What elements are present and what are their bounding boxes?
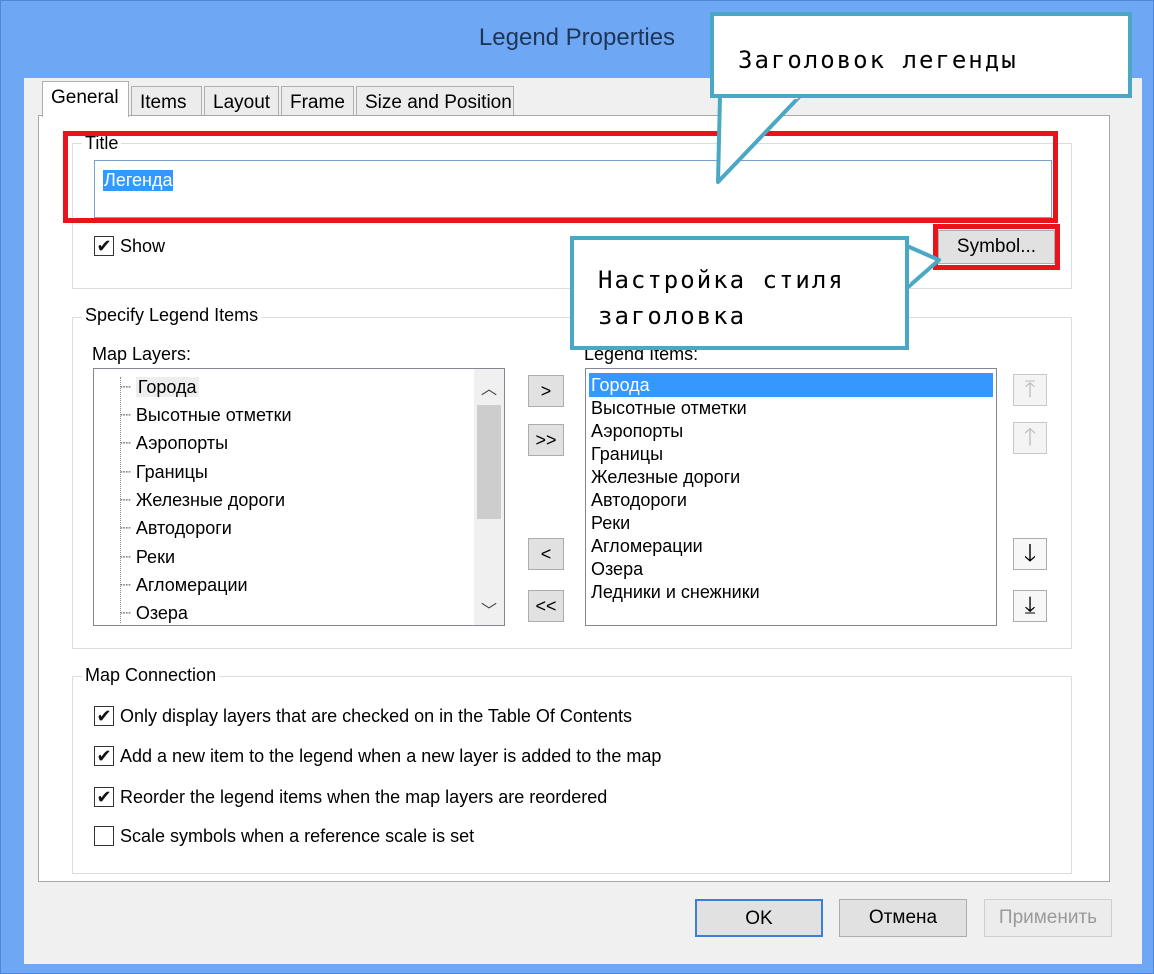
chevron-up-icon[interactable]: ︿ [474, 375, 504, 399]
list-item[interactable]: Аэропорты [591, 421, 683, 442]
list-item[interactable]: Железные дороги [591, 467, 740, 488]
list-item[interactable]: Агломерации [591, 536, 703, 557]
remove-all-items-button[interactable]: << [528, 590, 564, 622]
tab-general[interactable]: General [42, 81, 129, 117]
legend-items-list[interactable]: Города Высотные отметки Аэропорты Границ… [585, 368, 997, 626]
remove-item-button[interactable]: < [528, 538, 564, 570]
tab-layout[interactable]: Layout [204, 86, 279, 116]
list-item[interactable]: ┈ Автодороги [120, 518, 232, 539]
chevron-down-icon[interactable]: ﹀ [474, 597, 504, 621]
list-item[interactable]: Автодороги [591, 490, 687, 511]
list-item[interactable]: ┈ Агломерации [120, 575, 248, 596]
scale-symbols-checkbox[interactable] [94, 826, 114, 846]
only-checked-layers-checkbox[interactable]: ✔ [94, 706, 114, 726]
add-new-item-label: Add a new item to the legend when a new … [120, 746, 662, 766]
apply-button[interactable]: Применить [984, 899, 1112, 937]
scale-symbols-label: Scale symbols when a reference scale is … [120, 826, 475, 846]
add-item-button[interactable]: > [528, 375, 564, 407]
list-item[interactable]: ┈ Высотные отметки [120, 405, 292, 426]
show-label: Show [120, 236, 166, 256]
move-down-icon[interactable]: 🡓 [1013, 538, 1047, 570]
symbol-highlight-box [933, 224, 1060, 270]
symbol-callout: Настройка стиля заголовка [570, 236, 909, 350]
list-item[interactable]: Высотные отметки [591, 398, 747, 419]
legend-items-group-label: Specify Legend Items [82, 305, 262, 326]
reorder-items-checkbox[interactable]: ✔ [94, 787, 114, 807]
tab-items[interactable]: Items [131, 86, 202, 116]
map-connection-group-label: Map Connection [82, 665, 220, 686]
list-item[interactable]: Границы [591, 444, 663, 465]
reorder-items-label: Reorder the legend items when the map la… [120, 787, 608, 807]
list-item[interactable]: ┈ Города [120, 377, 199, 398]
list-item[interactable]: ┈ Аэропорты [120, 433, 228, 454]
list-item[interactable]: Города [591, 375, 650, 396]
map-layers-list[interactable]: ┈ Города ┈ Высотные отметки ┈ Аэропорты … [93, 368, 505, 626]
title-callout: Заголовок легенды [710, 12, 1132, 98]
list-item[interactable]: ┈ Границы [120, 462, 208, 483]
add-new-item-checkbox[interactable]: ✔ [94, 746, 114, 766]
list-item[interactable]: ┈ Реки [120, 547, 175, 568]
show-checkbox[interactable]: ✔ [94, 236, 114, 256]
title-callout-pointer [716, 93, 802, 184]
tab-frame[interactable]: Frame [281, 86, 354, 116]
move-to-bottom-icon[interactable]: ⤓ [1013, 590, 1047, 622]
tab-size-and-position[interactable]: Size and Position [356, 86, 514, 116]
move-up-icon[interactable]: 🡑 [1013, 422, 1047, 454]
cancel-button[interactable]: Отмена [839, 899, 967, 937]
add-all-items-button[interactable]: >> [528, 424, 564, 456]
ok-button[interactable]: OK [695, 899, 823, 937]
move-to-top-icon[interactable]: ⤒ [1013, 374, 1047, 406]
title-highlight-box [63, 131, 1058, 223]
list-item[interactable]: ┈ Озера [120, 603, 188, 624]
list-item[interactable]: Ледники и снежники [591, 582, 760, 603]
list-item[interactable]: ┈ Железные дороги [120, 490, 285, 511]
map-layers-label: Map Layers: [92, 344, 192, 364]
only-checked-layers-label: Only display layers that are checked on … [120, 706, 632, 726]
scrollbar-thumb[interactable] [477, 405, 501, 519]
list-item[interactable]: Реки [591, 513, 630, 534]
list-item[interactable]: Озера [591, 559, 643, 580]
